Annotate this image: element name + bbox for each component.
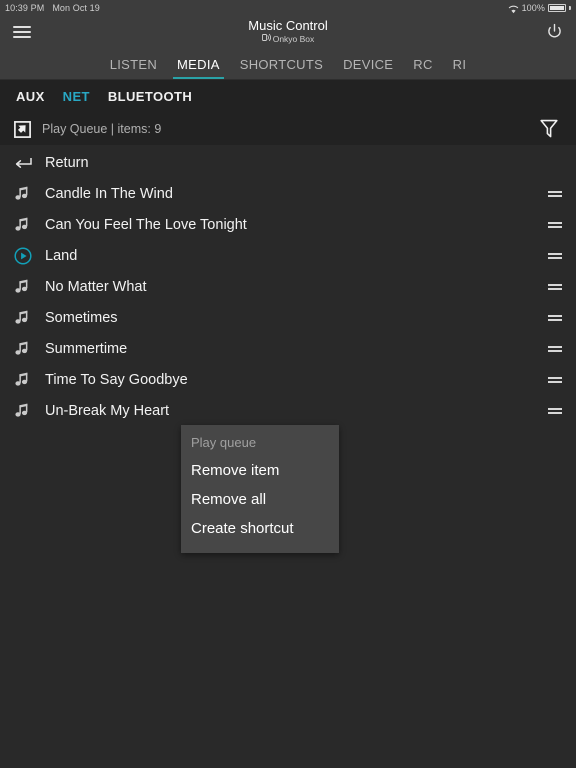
music-note-icon bbox=[14, 308, 36, 328]
battery-percent: 100% bbox=[521, 3, 545, 13]
wifi-icon bbox=[508, 5, 519, 14]
drag-handle-icon[interactable] bbox=[548, 190, 562, 197]
list-item-return[interactable]: Return bbox=[0, 147, 576, 178]
drag-handle-icon[interactable] bbox=[548, 345, 562, 352]
page-title: Music Control bbox=[248, 18, 328, 33]
status-bar-right: 100% bbox=[508, 3, 571, 13]
list-item-track[interactable]: No Matter What bbox=[0, 271, 576, 302]
tab-bar: LISTEN MEDIA SHORTCUTS DEVICE RC RI bbox=[0, 47, 576, 80]
status-bar-left: 10:39 PM Mon Oct 19 bbox=[5, 3, 100, 13]
music-note-icon bbox=[14, 370, 36, 390]
list-item-label: Un-Break My Heart bbox=[45, 402, 170, 419]
app-bar: Music Control Onkyo Box bbox=[0, 16, 576, 47]
list-item-track[interactable]: Summertime bbox=[0, 333, 576, 364]
play-circle-icon bbox=[14, 246, 36, 266]
status-bar: 10:39 PM Mon Oct 19 100% bbox=[0, 0, 576, 16]
drag-handle-icon[interactable] bbox=[548, 376, 562, 383]
tab-shortcuts[interactable]: SHORTCUTS bbox=[230, 57, 333, 79]
music-note-icon bbox=[14, 184, 36, 204]
list-item-track[interactable]: Un-Break My Heart bbox=[0, 395, 576, 426]
source-selector: AUX NET BLUETOOTH bbox=[0, 80, 576, 113]
music-control-app: 10:39 PM Mon Oct 19 100% Music Control O… bbox=[0, 0, 576, 768]
list-item-label: Land bbox=[45, 247, 78, 264]
status-time: 10:39 PM bbox=[5, 3, 45, 13]
device-name: Onkyo Box bbox=[272, 33, 315, 44]
music-note-icon bbox=[14, 277, 36, 297]
breadcrumb: Play Queue | items: 9 bbox=[0, 113, 576, 145]
list-item-track[interactable]: Sometimes bbox=[0, 302, 576, 333]
tab-ri[interactable]: RI bbox=[443, 57, 477, 79]
music-note-icon bbox=[14, 401, 36, 421]
context-menu: Play queue Remove item Remove all Create… bbox=[181, 425, 339, 553]
context-menu-item-remove-all[interactable]: Remove all bbox=[181, 485, 339, 514]
top-level-cursor-icon[interactable] bbox=[14, 120, 36, 138]
source-bluetooth[interactable]: BLUETOOTH bbox=[108, 89, 192, 104]
list-item-label: Summertime bbox=[45, 340, 128, 357]
drag-handle-icon[interactable] bbox=[548, 252, 562, 259]
drag-handle-icon[interactable] bbox=[548, 314, 562, 321]
list-item-track[interactable]: Time To Say Goodbye bbox=[0, 364, 576, 395]
tab-listen[interactable]: LISTEN bbox=[100, 57, 167, 79]
context-menu-item-create-shortcut[interactable]: Create shortcut bbox=[181, 514, 339, 543]
app-title-block: Music Control Onkyo Box bbox=[0, 16, 576, 47]
drag-handle-icon[interactable] bbox=[548, 407, 562, 414]
list-item-label: Time To Say Goodbye bbox=[45, 371, 188, 388]
source-aux[interactable]: AUX bbox=[16, 89, 45, 104]
list-item-label: Sometimes bbox=[45, 309, 118, 326]
tab-rc[interactable]: RC bbox=[403, 57, 442, 79]
music-note-icon bbox=[14, 215, 36, 235]
speaker-device-icon bbox=[261, 33, 271, 45]
context-menu-header: Play queue bbox=[191, 435, 257, 450]
list-item-now-playing[interactable]: Land bbox=[0, 240, 576, 271]
source-net[interactable]: NET bbox=[63, 89, 90, 104]
return-arrow-icon bbox=[14, 153, 36, 173]
tab-media[interactable]: MEDIA bbox=[167, 57, 230, 79]
music-note-icon bbox=[14, 339, 36, 359]
list-item-track[interactable]: Can You Feel The Love Tonight bbox=[0, 209, 576, 240]
breadcrumb-text: Play Queue | items: 9 bbox=[42, 122, 162, 136]
drag-handle-icon[interactable] bbox=[548, 221, 562, 228]
list-item-label: Can You Feel The Love Tonight bbox=[45, 216, 247, 233]
list-item-track[interactable]: Candle In The Wind bbox=[0, 178, 576, 209]
power-icon[interactable] bbox=[532, 23, 576, 40]
tab-device[interactable]: DEVICE bbox=[333, 57, 403, 79]
device-subtitle: Onkyo Box bbox=[261, 33, 315, 45]
list-item-label: No Matter What bbox=[45, 278, 147, 295]
hamburger-menu-icon[interactable] bbox=[0, 25, 40, 38]
drag-handle-icon[interactable] bbox=[548, 283, 562, 290]
battery-cap-icon bbox=[569, 6, 571, 10]
filter-funnel-icon[interactable] bbox=[536, 119, 562, 139]
context-menu-item-remove-item[interactable]: Remove item bbox=[181, 456, 339, 485]
battery-icon bbox=[548, 4, 566, 12]
list-item-label: Candle In The Wind bbox=[45, 185, 173, 202]
list-item-label: Return bbox=[45, 154, 89, 171]
status-date: Mon Oct 19 bbox=[52, 3, 100, 13]
